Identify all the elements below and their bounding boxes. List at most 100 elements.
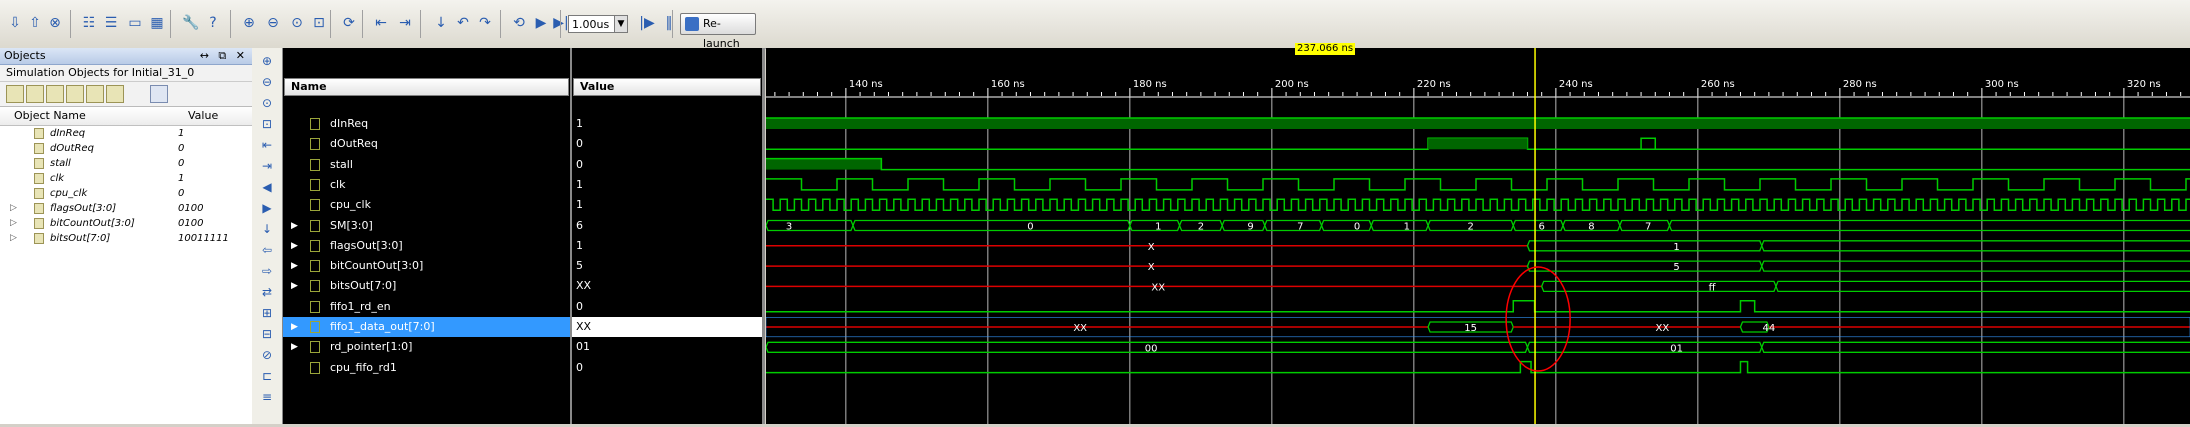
go-to-end-icon[interactable]: ⇥ — [257, 157, 277, 175]
value-column-header[interactable]: Value — [573, 78, 761, 96]
filter-internal-icon[interactable] — [66, 85, 84, 103]
previous-marker-icon[interactable]: ⇦ — [257, 241, 277, 259]
undo-icon[interactable]: ↶ — [452, 12, 474, 34]
col-object-name[interactable]: Object Name — [0, 107, 174, 125]
bus-value-label: 1 — [1155, 222, 1161, 233]
object-row[interactable]: ▷ flagsOut[3:0] 0100 — [0, 201, 252, 216]
signal-icon — [34, 158, 44, 169]
chevron-down-icon[interactable]: ▼ — [614, 15, 628, 33]
cancel-icon[interactable]: ⊗ — [44, 12, 66, 34]
signal-row[interactable]: dOutReq — [283, 134, 570, 154]
zoom-in-icon[interactable]: ⊕ — [238, 12, 260, 34]
signal-value-panel: Value 1 0 0 1 1 6 1 5 XX 0 XX 01 0 — [572, 48, 762, 424]
bus-value-label: XX — [1151, 282, 1165, 293]
run-icon[interactable]: ▶ — [530, 12, 552, 34]
waveform-canvas[interactable]: 140 ns 160 ns 180 ns 200 ns 220 ns 240 ns 260 … — [765, 48, 2190, 424]
go-to-start-icon[interactable]: ⇤ — [370, 12, 392, 34]
toolbar-separator — [500, 10, 501, 38]
expand-icon[interactable]: ▷ — [10, 216, 17, 231]
pause-icon[interactable]: ‖ — [658, 12, 680, 34]
expand-icon[interactable]: ⊏ — [257, 367, 277, 385]
signal-row[interactable]: ▶ bitCountOut[3:0] — [283, 256, 570, 276]
zoom-fit-icon[interactable]: ⊙ — [286, 12, 308, 34]
add-marker-icon[interactable]: ↓ — [257, 220, 277, 238]
expand-icon[interactable]: ▶ — [291, 236, 298, 256]
signal-row[interactable]: ▶ flagsOut[3:0] — [283, 236, 570, 256]
zoom-area-icon[interactable]: ⊡ — [308, 12, 330, 34]
signal-row[interactable]: dInReq — [283, 114, 570, 134]
help-icon[interactable]: ? — [202, 12, 224, 34]
signal-row[interactable]: ▶ SM[3:0] — [283, 216, 570, 236]
waveform-panel[interactable]: 140 ns 160 ns 180 ns 200 ns 220 ns 240 ns 260 … — [765, 48, 2190, 424]
bus-segment — [1540, 280, 1777, 293]
settings-icon[interactable] — [150, 85, 168, 103]
object-row[interactable]: cpu_clk 0 — [0, 186, 252, 201]
step-icon[interactable]: |▶ — [636, 12, 658, 34]
object-value: 0 — [178, 188, 185, 199]
zoom-area-icon[interactable]: ⊡ — [257, 115, 277, 133]
object-row[interactable]: clk 1 — [0, 171, 252, 186]
expand-icon[interactable]: ▶ — [291, 256, 298, 276]
signal-row[interactable]: cpu_fifo_rd1 — [283, 358, 570, 378]
snap-icon[interactable]: ⊞ — [257, 304, 277, 322]
hierarchy2-icon[interactable]: ☰ — [100, 12, 122, 34]
window-icon[interactable]: ▭ — [124, 12, 146, 34]
hierarchy-icon[interactable]: ☷ — [78, 12, 100, 34]
signal-row[interactable]: clk — [283, 175, 570, 195]
name-column-header[interactable]: Name — [284, 78, 569, 96]
down-arrow-icon[interactable]: ⇩ — [4, 12, 26, 34]
object-row[interactable]: dInReq 1 — [0, 126, 252, 141]
floating-ruler-icon[interactable]: ⊟ — [257, 325, 277, 343]
relaunch-icon — [685, 17, 699, 31]
panel-controls[interactable]: ↔ ⧉ ✕ — [200, 48, 248, 64]
bus-segment — [1264, 219, 1323, 232]
up-arrow-icon[interactable]: ⇧ — [24, 12, 46, 34]
add-marker-icon[interactable]: ↓ — [430, 12, 452, 34]
filter-variable-icon[interactable] — [106, 85, 124, 103]
go-to-start-icon[interactable]: ⇤ — [257, 136, 277, 154]
restart-icon[interactable]: ⟲ — [508, 12, 530, 34]
filter-input-icon[interactable] — [6, 85, 24, 103]
signal-row[interactable]: stall — [283, 155, 570, 175]
signal-row[interactable]: cpu_clk — [283, 195, 570, 215]
expand-icon[interactable]: ▷ — [10, 231, 17, 246]
go-to-end-icon[interactable]: ⇥ — [394, 12, 416, 34]
list-icon[interactable]: ≡ — [257, 388, 277, 406]
refresh-icon[interactable]: ⟳ — [338, 12, 360, 34]
object-row[interactable]: stall 0 — [0, 156, 252, 171]
expand-icon[interactable]: ▷ — [10, 201, 17, 216]
filter-output-icon[interactable] — [26, 85, 44, 103]
object-row[interactable]: ▷ bitsOut[7:0] 10011111 — [0, 231, 252, 246]
col-value[interactable]: Value — [174, 107, 218, 125]
signal-row[interactable]: ▶ fifo1_data_out[7:0] — [283, 317, 570, 337]
filter-constant-icon[interactable] — [86, 85, 104, 103]
zoom-out-icon[interactable]: ⊖ — [257, 73, 277, 91]
link-icon[interactable]: ⊘ — [257, 346, 277, 364]
expand-icon[interactable]: ▶ — [291, 337, 298, 357]
signal-value: 1 — [576, 238, 583, 252]
expand-icon[interactable]: ▶ — [291, 276, 298, 296]
object-row[interactable]: ▷ bitCountOut[3:0] 0100 — [0, 216, 252, 231]
signal-value: 0 — [576, 299, 583, 313]
signal-row[interactable]: fifo1_rd_en — [283, 297, 570, 317]
wrench-icon[interactable]: 🔧 — [180, 12, 202, 34]
expand-icon[interactable]: ▶ — [291, 317, 298, 337]
zoom-out-icon[interactable]: ⊖ — [262, 12, 284, 34]
redo-icon[interactable]: ↷ — [474, 12, 496, 34]
signal-row[interactable]: ▶ rd_pointer[1:0] — [283, 337, 570, 357]
object-row[interactable]: dOutReq 0 — [0, 141, 252, 156]
splitter[interactable] — [762, 48, 765, 424]
relaunch-button[interactable]: Re-launch — [680, 13, 756, 50]
bus-value-label: 7 — [1645, 222, 1651, 233]
zoom-in-icon[interactable]: ⊕ — [257, 52, 277, 70]
signal-value: 6 — [576, 218, 583, 232]
next-marker-icon[interactable]: ⇨ — [257, 262, 277, 280]
previous-transition-icon[interactable]: ◀ — [257, 178, 277, 196]
next-transition-icon[interactable]: ▶ — [257, 199, 277, 217]
swap-cursors-icon[interactable]: ⇄ — [257, 283, 277, 301]
grid-icon[interactable]: ▦ — [146, 12, 168, 34]
signal-row[interactable]: ▶ bitsOut[7:0] — [283, 276, 570, 296]
expand-icon[interactable]: ▶ — [291, 216, 298, 236]
filter-inout-icon[interactable] — [46, 85, 64, 103]
zoom-fit-icon[interactable]: ⊙ — [257, 94, 277, 112]
